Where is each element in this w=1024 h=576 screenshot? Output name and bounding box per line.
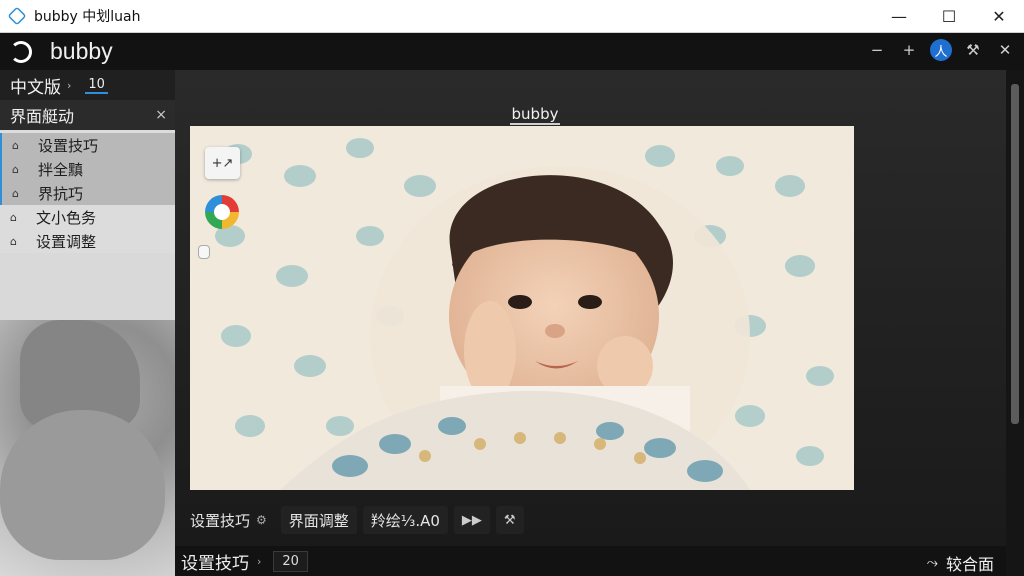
share-icon: ⤳ bbox=[926, 555, 938, 571]
home-icon: ⌂ bbox=[12, 138, 19, 152]
menu-item[interactable]: ⌂ 设置技巧 bbox=[0, 133, 175, 157]
avatar[interactable]: 人 bbox=[930, 39, 952, 61]
language-select[interactable]: 中文版 bbox=[10, 73, 61, 98]
menu-item-label: 设置技巧 bbox=[38, 136, 99, 155]
checkbox[interactable] bbox=[198, 245, 210, 259]
zoom-field[interactable]: 羚绘⅓.A0 bbox=[362, 506, 448, 534]
app-logo-icon bbox=[10, 40, 32, 63]
background-photo bbox=[0, 320, 175, 576]
app-header: bubby − + 人 ⚒ ✕ bbox=[0, 33, 1024, 70]
baby-photo bbox=[190, 126, 854, 490]
chevron-down-icon[interactable]: › bbox=[257, 555, 261, 568]
home-icon: ⌂ bbox=[10, 210, 17, 224]
status-value-field[interactable]: 20 bbox=[273, 550, 308, 572]
header-actions: − + 人 ⚒ ✕ bbox=[866, 39, 1016, 61]
menu-item[interactable]: ⌂ 文小色务 bbox=[0, 205, 175, 229]
home-icon: ⌂ bbox=[10, 234, 17, 248]
menu-item-label: 文小色务 bbox=[36, 208, 97, 227]
app-name: bubby bbox=[50, 38, 113, 64]
maximize-button[interactable]: ☐ bbox=[924, 0, 974, 33]
fit-label: 较合面 bbox=[945, 555, 994, 574]
close-window-button[interactable]: ✕ bbox=[974, 0, 1024, 33]
window-controls: — ☐ ✕ bbox=[874, 0, 1024, 33]
viewer-caption: bubby bbox=[500, 105, 570, 125]
minimize-button[interactable]: — bbox=[874, 0, 924, 33]
menu-item[interactable]: ⌂ 设置调整 bbox=[0, 229, 175, 253]
close-icon[interactable]: ✕ bbox=[994, 39, 1016, 61]
menu-item[interactable]: ⌂ 拌全黰 bbox=[0, 157, 175, 181]
home-icon: ⌂ bbox=[12, 162, 19, 176]
tools-icon[interactable]: ⚒ bbox=[495, 506, 524, 534]
status-select[interactable]: 设置技巧 bbox=[181, 549, 249, 574]
photo-shape bbox=[0, 410, 165, 560]
settings-tips-label: 设置技巧 bbox=[190, 511, 251, 530]
viewer-caption-text: bubby bbox=[509, 105, 561, 125]
viewer-toolbar: 设置技巧 ⚙ 界面调整 羚绘⅓.A0 ▶▶ ⚒ bbox=[182, 505, 524, 535]
language-row: 中文版 › 10 bbox=[0, 70, 175, 100]
brand-logo-icon[interactable] bbox=[205, 195, 239, 229]
app-window-icon bbox=[7, 6, 27, 26]
adjust-button[interactable]: 界面调整 bbox=[280, 506, 357, 534]
menu-list: ⌂ 设置技巧 ⌂ 拌全黰 ⌂ 界抗巧 ⌂ 文小色务 ⌂ 设置调整 bbox=[0, 130, 175, 253]
panel-title: 界面艇动 bbox=[10, 107, 75, 126]
status-bar: 设置技巧 › 20 ⤳ 较合面 bbox=[175, 546, 1006, 576]
tools-icon[interactable]: ⚒ bbox=[962, 39, 984, 61]
chevron-down-icon[interactable]: › bbox=[67, 79, 71, 92]
left-panel: 中文版 › 10 界面艇动 × ⌂ 设置技巧 ⌂ 拌全黰 ⌂ 界抗巧 ⌂ 文小色… bbox=[0, 70, 175, 576]
panel-close-icon[interactable]: × bbox=[155, 107, 167, 123]
scrollbar-thumb[interactable] bbox=[1011, 84, 1019, 424]
menu-item-label: 界抗巧 bbox=[38, 184, 84, 203]
settings-tips-button[interactable]: 设置技巧 ⚙ bbox=[182, 506, 275, 534]
minus-icon[interactable]: − bbox=[866, 39, 888, 61]
plus-icon[interactable]: + bbox=[898, 39, 920, 61]
fit-button[interactable]: ⤳ 较合面 bbox=[927, 551, 994, 575]
window-title: bubby 中划luah bbox=[34, 9, 141, 25]
number-field[interactable]: 10 bbox=[85, 77, 108, 94]
menu-item-label: 拌全黰 bbox=[38, 160, 84, 179]
menu-item[interactable]: ⌂ 界抗巧 bbox=[0, 181, 175, 205]
fast-forward-icon[interactable]: ▶▶ bbox=[453, 506, 490, 534]
home-icon: ⌂ bbox=[12, 186, 19, 200]
vertical-scrollbar[interactable] bbox=[1006, 70, 1024, 576]
image-viewer[interactable] bbox=[190, 126, 854, 490]
gear-icon: ⚙ bbox=[256, 513, 267, 527]
panel-header: 界面艇动 × bbox=[0, 100, 175, 130]
menu-item-label: 设置调整 bbox=[36, 232, 97, 251]
add-tag-button[interactable]: +↗ bbox=[205, 147, 240, 179]
window-titlebar: bubby 中划luah — ☐ ✕ bbox=[0, 0, 1024, 33]
